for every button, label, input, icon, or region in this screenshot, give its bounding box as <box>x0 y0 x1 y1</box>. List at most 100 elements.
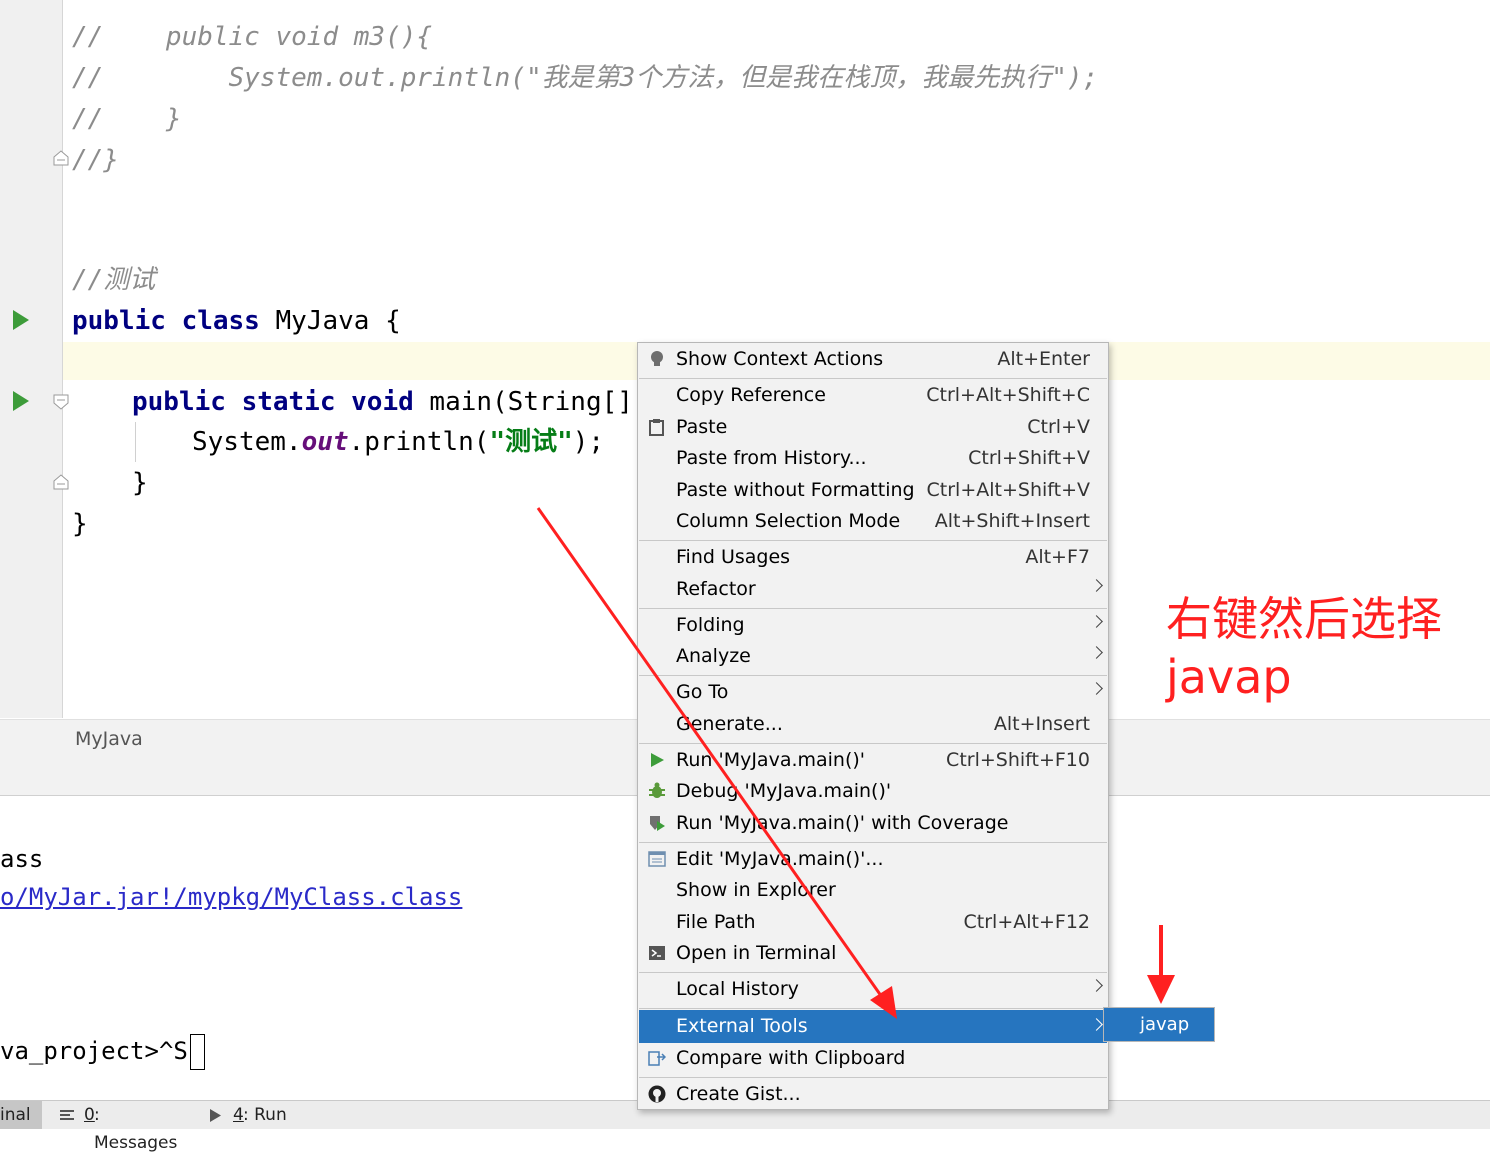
menu-item-analyze[interactable]: Analyze <box>639 641 1107 672</box>
run-class-gutter-icon[interactable] <box>13 310 29 330</box>
menu-item-run-with-coverage[interactable]: Run 'MyJava.main()' with Coverage <box>639 808 1107 839</box>
tab-run[interactable]: 4: Run <box>208 1101 298 1129</box>
tab-terminal[interactable]: inal <box>0 1101 42 1129</box>
menu-item-debug[interactable]: Debug 'MyJava.main()' <box>639 776 1107 807</box>
submenu-chevron-icon <box>1090 682 1103 695</box>
edit-config-icon <box>648 851 666 867</box>
fold-end-icon[interactable] <box>53 150 69 166</box>
code-line[interactable]: public static void main(String[] a <box>132 387 664 417</box>
breadcrumb[interactable]: MyJava <box>75 728 143 750</box>
code-line[interactable]: System.out.println("测试"); <box>192 427 604 457</box>
menu-item-label: Create Gist... <box>676 1083 801 1105</box>
menu-item-create-gist[interactable]: Create Gist... <box>639 1079 1107 1110</box>
terminal-icon <box>649 946 665 960</box>
menu-separator <box>639 743 1107 744</box>
tab-label: : Messages <box>94 1105 178 1153</box>
lightbulb-icon <box>651 351 663 366</box>
compare-icon <box>648 1051 666 1066</box>
tab-label: inal <box>0 1105 31 1125</box>
menu-separator <box>639 378 1107 379</box>
code-line[interactable]: } <box>72 509 88 539</box>
menu-item-run[interactable]: Run 'MyJava.main()' Ctrl+Shift+F10 <box>639 745 1107 776</box>
menu-item-label: Generate... <box>676 713 783 735</box>
code-line[interactable]: //} <box>72 145 119 175</box>
menu-separator <box>639 608 1107 609</box>
menu-item-label: Paste from History... <box>676 447 867 469</box>
menu-item-show-context-actions[interactable]: Show Context Actions Alt+Enter <box>639 344 1107 375</box>
terminal-cursor <box>189 1034 205 1070</box>
menu-item-shortcut: Alt+Enter <box>997 348 1090 370</box>
code-line[interactable]: //测试 <box>72 265 155 295</box>
run-main-gutter-icon[interactable] <box>13 391 29 411</box>
annotation-text: 右键然后选择 javap <box>1166 592 1442 704</box>
messages-icon <box>60 1110 74 1120</box>
menu-separator <box>639 1008 1107 1009</box>
menu-item-find-usages[interactable]: Find Usages Alt+F7 <box>639 542 1107 573</box>
menu-item-label: Show in Explorer <box>676 879 836 901</box>
menu-item-local-history[interactable]: Local History <box>639 974 1107 1005</box>
tab-label: : Run <box>243 1105 287 1125</box>
menu-item-column-selection-mode[interactable]: Column Selection Mode Alt+Shift+Insert <box>639 506 1107 537</box>
terminal-file-link[interactable]: o/MyJar.jar!/mypkg/MyClass.class <box>0 883 462 911</box>
menu-item-label: Debug 'MyJava.main()' <box>676 780 892 802</box>
menu-item-label: Column Selection Mode <box>676 510 901 532</box>
menu-item-label: Paste without Formatting <box>676 479 915 501</box>
terminal-prompt[interactable]: va_project>^S <box>0 1034 205 1070</box>
menu-item-paste-without-formatting[interactable]: Paste without Formatting Ctrl+Alt+Shift+V <box>639 475 1107 506</box>
menu-item-file-path[interactable]: File Path Ctrl+Alt+F12 <box>639 907 1107 938</box>
menu-separator <box>639 842 1107 843</box>
menu-item-paste-from-history[interactable]: Paste from History... Ctrl+Shift+V <box>639 443 1107 474</box>
terminal-line: ass <box>0 845 44 873</box>
menu-item-generate[interactable]: Generate... Alt+Insert <box>639 709 1107 740</box>
code-line[interactable]: } <box>132 468 148 498</box>
menu-item-label: Show Context Actions <box>676 348 884 370</box>
menu-item-label: Paste <box>676 416 728 438</box>
menu-item-paste[interactable]: Paste Ctrl+V <box>639 412 1107 443</box>
menu-item-external-tools[interactable]: External Tools <box>639 1010 1107 1043</box>
menu-item-open-in-terminal[interactable]: Open in Terminal <box>639 938 1107 969</box>
code-text: .println( <box>348 427 490 457</box>
code-text: System. <box>192 427 302 457</box>
fold-start-icon[interactable] <box>53 394 69 410</box>
menu-item-label: Analyze <box>676 645 751 667</box>
menu-item-shortcut: Alt+F7 <box>1025 546 1090 568</box>
menu-item-shortcut: Ctrl+Shift+V <box>968 447 1090 469</box>
menu-item-edit-configuration[interactable]: Edit 'MyJava.main()'... <box>639 844 1107 875</box>
tab-messages[interactable]: 0: Messages <box>58 1101 188 1153</box>
submenu-chevron-icon <box>1090 579 1103 592</box>
editor-gutter <box>0 0 63 718</box>
menu-item-javap[interactable]: javap <box>1104 1008 1214 1041</box>
menu-item-copy-reference[interactable]: Copy Reference Ctrl+Alt+Shift+C <box>639 380 1107 411</box>
terminal-line[interactable]: o/MyJar.jar!/mypkg/MyClass.class <box>0 883 462 911</box>
menu-item-label: Run 'MyJava.main()' <box>676 749 866 771</box>
menu-item-label: Folding <box>676 614 745 636</box>
menu-separator <box>639 540 1107 541</box>
menu-item-label: Find Usages <box>676 546 791 568</box>
indent-guide <box>135 422 136 462</box>
menu-item-shortcut: Ctrl+Shift+F10 <box>946 749 1090 771</box>
menu-item-shortcut: Ctrl+Alt+Shift+V <box>926 479 1090 501</box>
editor-context-menu: Show Context Actions Alt+Enter Copy Refer… <box>637 342 1109 1110</box>
menu-item-label: javap <box>1140 1014 1190 1035</box>
code-line[interactable]: // public void m3(){ <box>72 22 432 52</box>
menu-item-folding[interactable]: Folding <box>639 610 1107 641</box>
code-line[interactable]: // System.out.println("我是第3个方法，但是我在栈顶，我最… <box>72 63 1098 93</box>
menu-item-refactor[interactable]: Refactor <box>639 574 1107 605</box>
menu-item-label: Refactor <box>676 578 756 600</box>
menu-item-label: Local History <box>676 978 799 1000</box>
keyword: public class <box>72 306 260 336</box>
menu-item-shortcut: Ctrl+V <box>1027 416 1090 438</box>
keyword: public static void <box>132 387 414 417</box>
menu-item-label: Copy Reference <box>676 384 826 406</box>
menu-item-compare-with-clipboard[interactable]: Compare with Clipboard <box>639 1043 1107 1074</box>
run-icon <box>210 1109 221 1122</box>
coverage-icon <box>650 816 665 831</box>
string-literal: "测试" <box>489 427 573 457</box>
clipboard-icon <box>649 419 664 436</box>
code-line[interactable]: public class MyJava { <box>72 306 401 336</box>
menu-item-show-in-explorer[interactable]: Show in Explorer <box>639 875 1107 906</box>
code-line[interactable]: // } <box>72 104 182 134</box>
menu-item-go-to[interactable]: Go To <box>639 677 1107 708</box>
submenu-chevron-icon <box>1090 1018 1103 1031</box>
fold-end-icon[interactable] <box>53 474 69 490</box>
